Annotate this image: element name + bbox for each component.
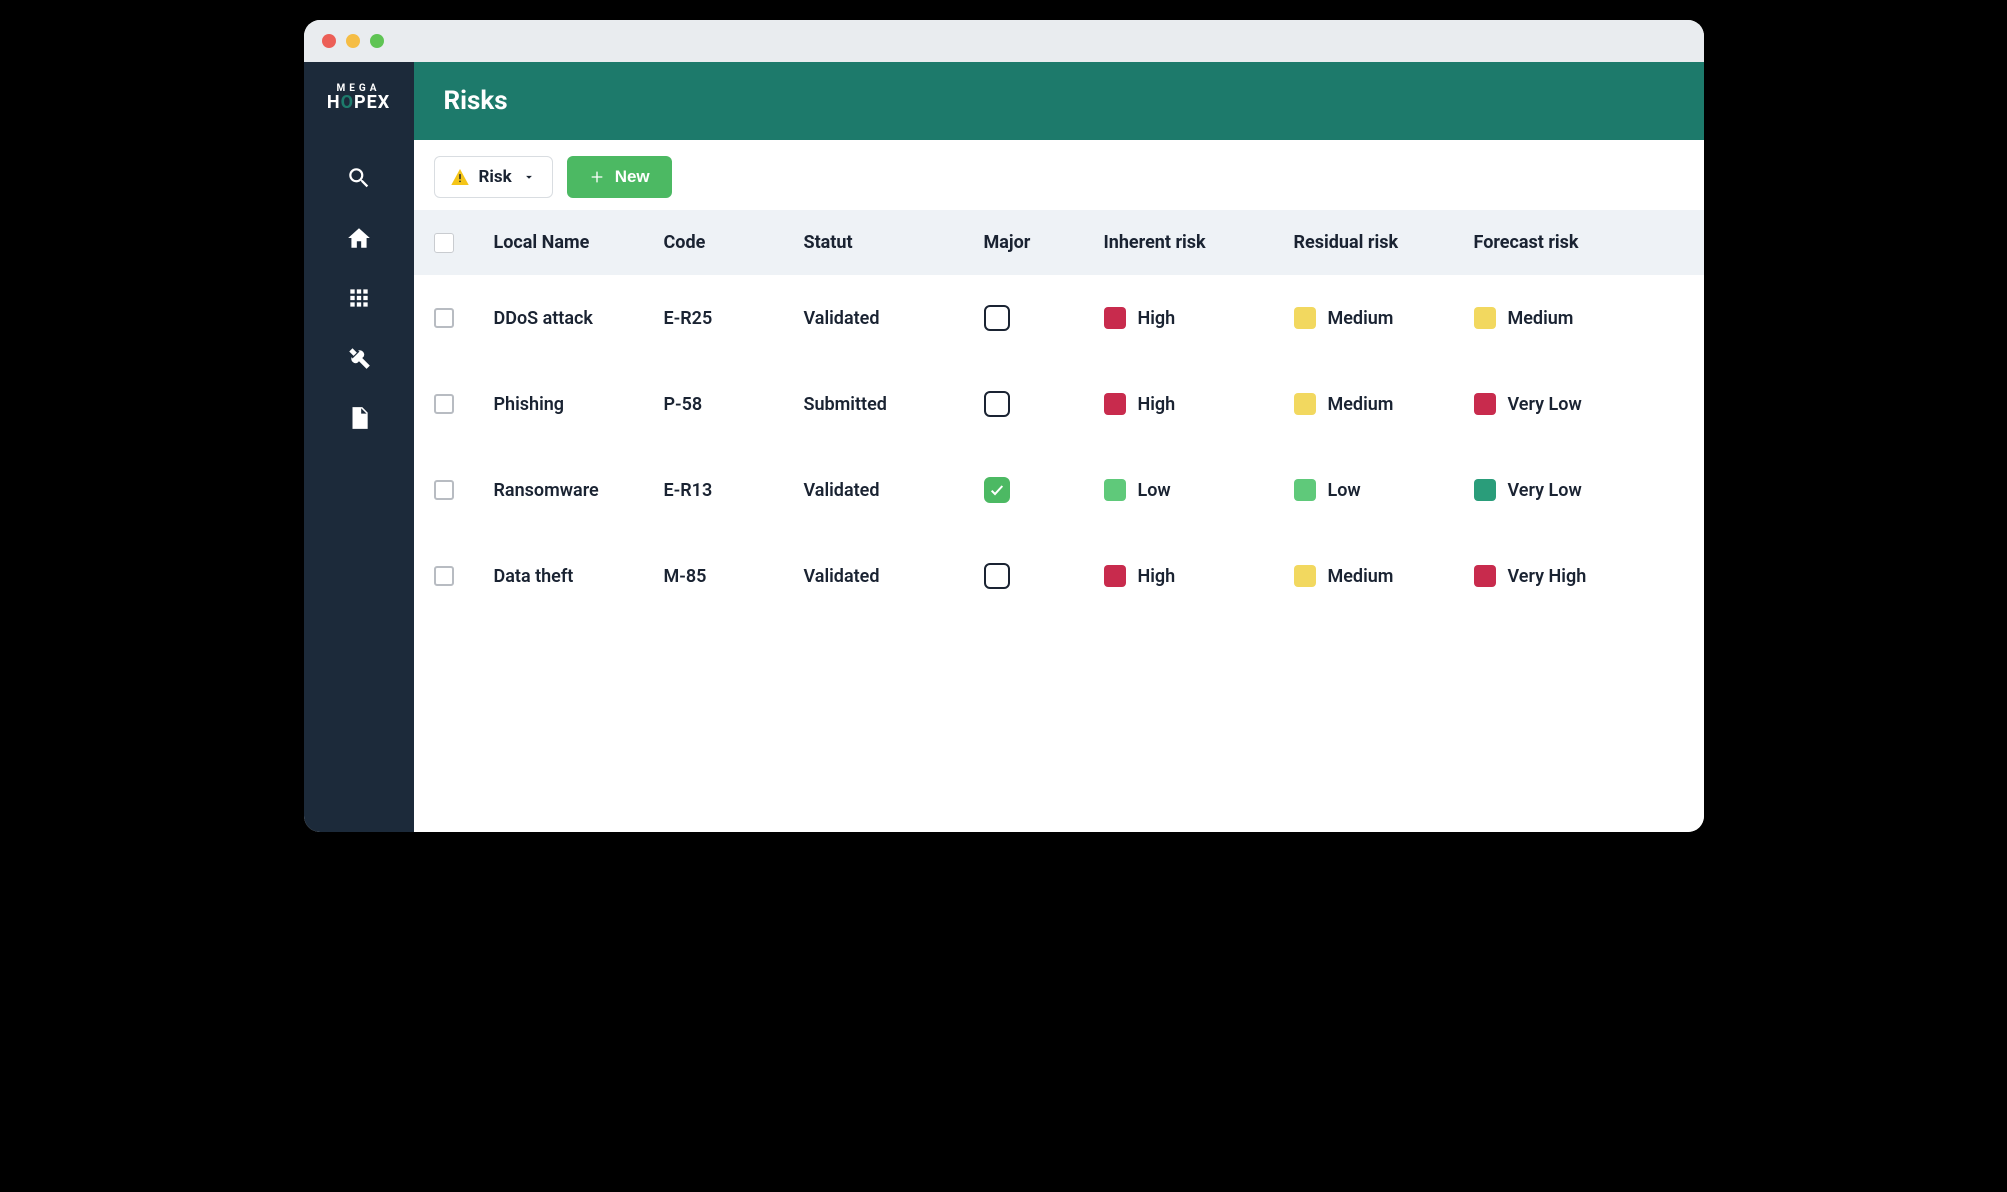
cell-code: E-R25 (664, 308, 804, 329)
cell-forecast: Medium (1474, 307, 1654, 329)
risk-label: Medium (1328, 308, 1394, 329)
cell-code: P-58 (664, 394, 804, 415)
risk-swatch (1474, 393, 1496, 415)
new-button[interactable]: New (567, 156, 672, 198)
col-residual: Residual risk (1294, 232, 1474, 253)
app-body: MEGA HOPEX Risks (304, 62, 1704, 832)
cell-inherent: Low (1104, 479, 1294, 501)
risk-label: Very Low (1508, 394, 1582, 415)
cell-forecast: Very Low (1474, 479, 1654, 501)
grid-icon[interactable] (345, 284, 373, 312)
window-max-icon[interactable] (370, 34, 384, 48)
risk-label: Low (1138, 480, 1171, 501)
risk-swatch (1294, 479, 1316, 501)
cell-residual: Medium (1294, 307, 1474, 329)
cell-inherent: High (1104, 393, 1294, 415)
table-body: DDoS attackE-R25ValidatedHighMediumMediu… (414, 275, 1704, 619)
sidebar: MEGA HOPEX (304, 62, 414, 832)
cell-local-name: Data theft (494, 566, 664, 587)
risk-swatch (1104, 393, 1126, 415)
toolbar: Risk New (414, 140, 1704, 210)
risk-swatch (1104, 307, 1126, 329)
row-checkbox[interactable] (434, 566, 454, 586)
risk-swatch (1294, 393, 1316, 415)
table-header: Local Name Code Statut Major Inherent ri… (414, 210, 1704, 275)
cell-forecast: Very High (1474, 565, 1654, 587)
logo-o: O (341, 92, 354, 113)
chevron-down-icon (522, 170, 536, 184)
cell-code: M-85 (664, 566, 804, 587)
risk-label: Medium (1508, 308, 1574, 329)
logo-pre: H (327, 92, 341, 113)
risk-label: High (1138, 308, 1176, 329)
risk-filter-label: Risk (479, 167, 512, 187)
app-window: MEGA HOPEX Risks (304, 20, 1704, 832)
cell-inherent: High (1104, 307, 1294, 329)
cell-local-name: DDoS attack (494, 308, 664, 329)
risk-swatch (1474, 479, 1496, 501)
cell-statut: Validated (804, 566, 984, 587)
risk-table: Local Name Code Statut Major Inherent ri… (414, 210, 1704, 659)
risk-swatch (1474, 565, 1496, 587)
page-header: Risks (414, 62, 1704, 140)
major-checkbox[interactable] (984, 391, 1010, 417)
major-checkbox[interactable] (984, 477, 1010, 503)
cell-statut: Validated (804, 308, 984, 329)
major-checkbox[interactable] (984, 563, 1010, 589)
col-code: Code (664, 232, 804, 253)
col-inherent: Inherent risk (1104, 232, 1294, 253)
risk-filter-dropdown[interactable]: Risk (434, 156, 553, 198)
risk-swatch (1474, 307, 1496, 329)
logo: MEGA HOPEX (327, 74, 390, 132)
search-icon[interactable] (345, 164, 373, 192)
major-checkbox[interactable] (984, 305, 1010, 331)
col-forecast: Forecast risk (1474, 232, 1654, 253)
risk-label: High (1138, 394, 1176, 415)
table-row: Data theftM-85Validated High Medium Very Hi… (414, 533, 1704, 619)
cell-residual: Medium (1294, 565, 1474, 587)
table-row: DDoS attackE-R25Validated High Medium Mediu… (414, 275, 1704, 361)
window-min-icon[interactable] (346, 34, 360, 48)
risk-swatch (1294, 565, 1316, 587)
col-statut: Statut (804, 232, 984, 253)
cell-statut: Submitted (804, 394, 984, 415)
report-icon[interactable] (345, 404, 373, 432)
cell-statut: Validated (804, 480, 984, 501)
cell-forecast: Very Low (1474, 393, 1654, 415)
col-local-name: Local Name (494, 232, 664, 253)
cell-local-name: Ransomware (494, 480, 664, 501)
logo-line2: HOPEX (327, 94, 390, 112)
risk-label: Medium (1328, 394, 1394, 415)
new-button-label: New (615, 167, 650, 187)
window-close-icon[interactable] (322, 34, 336, 48)
row-checkbox[interactable] (434, 308, 454, 328)
risk-label: Low (1328, 480, 1361, 501)
risk-label: Medium (1328, 566, 1394, 587)
cell-residual: Medium (1294, 393, 1474, 415)
row-checkbox[interactable] (434, 394, 454, 414)
cell-local-name: Phishing (494, 394, 664, 415)
tools-icon[interactable] (345, 344, 373, 372)
select-all-checkbox[interactable] (434, 233, 454, 253)
risk-label: Very Low (1508, 480, 1582, 501)
cell-residual: Low (1294, 479, 1474, 501)
main: Risks Risk New Local Name Code St (414, 62, 1704, 832)
col-major: Major (984, 232, 1104, 253)
risk-swatch (1104, 565, 1126, 587)
logo-post: PEX (354, 92, 390, 113)
window-titlebar (304, 20, 1704, 62)
risk-label: Very High (1508, 566, 1587, 587)
risk-label: High (1138, 566, 1176, 587)
plus-icon (589, 169, 605, 185)
risk-swatch (1294, 307, 1316, 329)
page-title: Risks (444, 86, 508, 116)
risk-swatch (1104, 479, 1126, 501)
cell-inherent: High (1104, 565, 1294, 587)
home-icon[interactable] (345, 224, 373, 252)
cell-code: E-R13 (664, 480, 804, 501)
table-row: RansomwareE-R13Validated Low Low Very Low (414, 447, 1704, 533)
table-row: PhishingP-58Submitted High Medium Very Low (414, 361, 1704, 447)
warning-icon (451, 169, 469, 185)
row-checkbox[interactable] (434, 480, 454, 500)
